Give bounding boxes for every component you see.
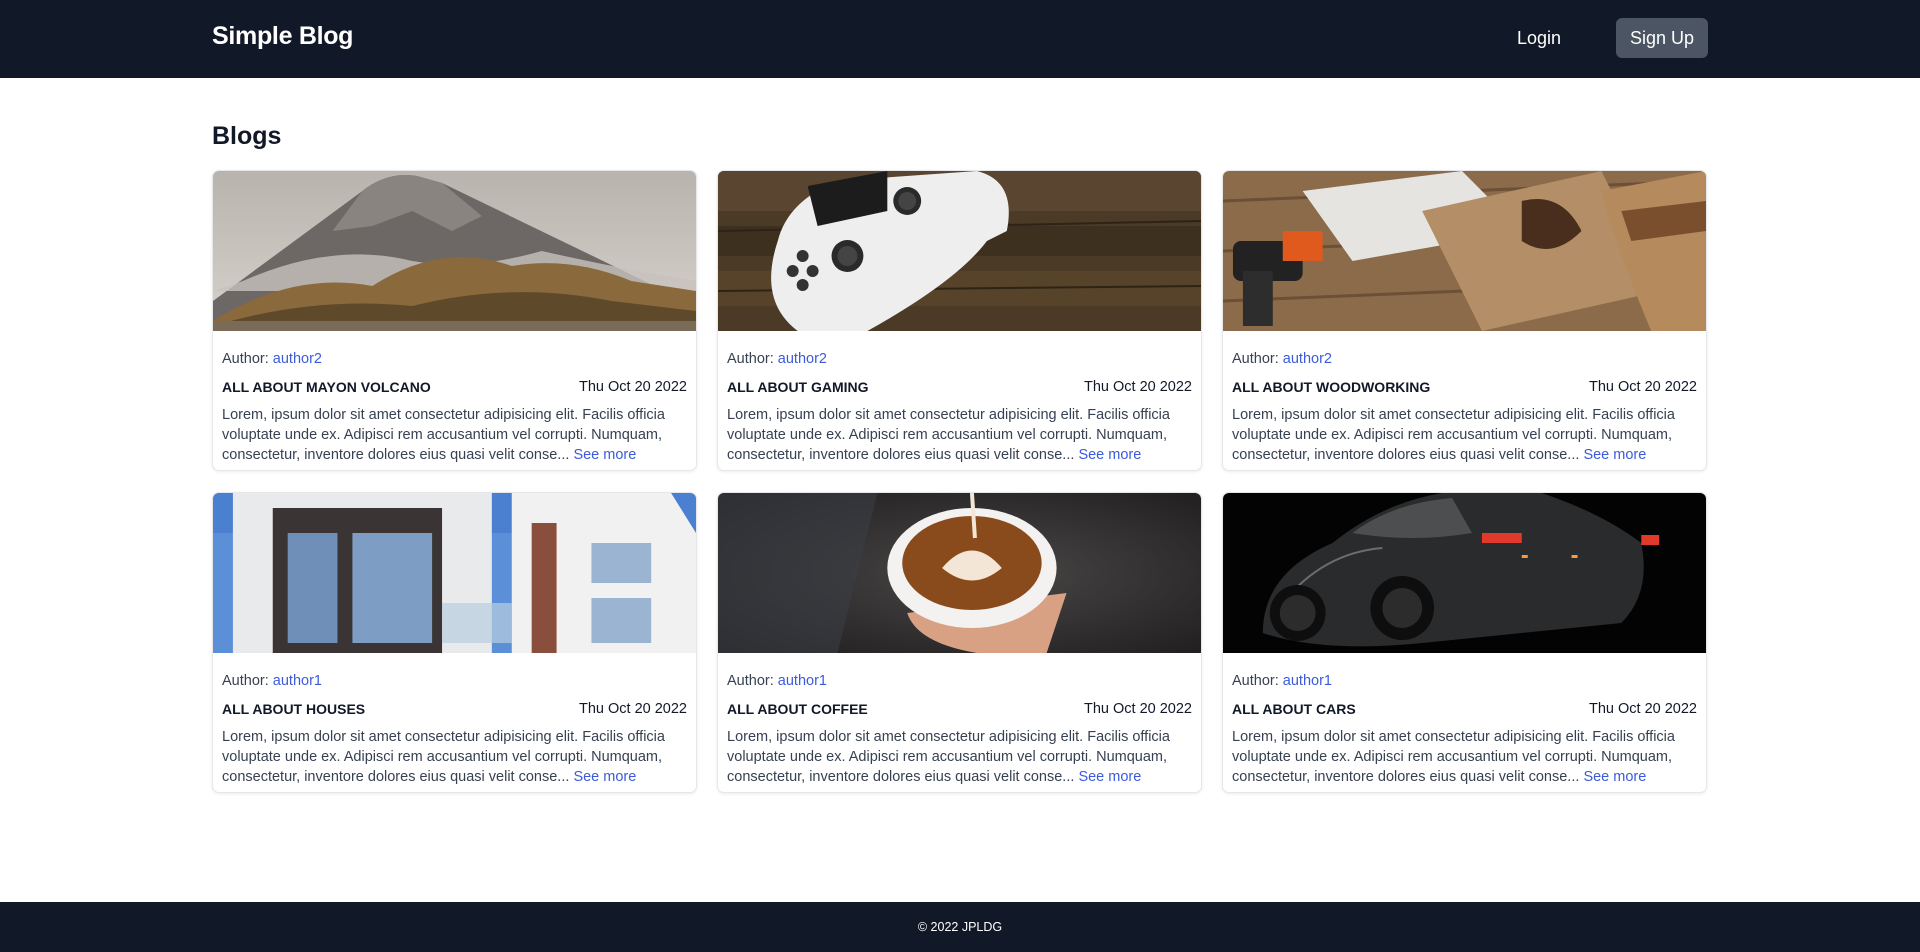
title-row: ALL ABOUT WOODWORKING Thu Oct 20 2022 (1232, 378, 1697, 396)
signup-button[interactable]: Sign Up (1616, 18, 1708, 58)
blog-card-image[interactable] (1223, 493, 1706, 653)
blog-title[interactable]: ALL ABOUT MAYON VOLCANO (222, 378, 431, 396)
title-row: ALL ABOUT HOUSES Thu Oct 20 2022 (222, 700, 687, 718)
blog-date: Thu Oct 20 2022 (1083, 701, 1192, 717)
blog-card[interactable]: Author: author1 ALL ABOUT COFFEE Thu Oct… (717, 492, 1202, 793)
blog-date: Thu Oct 20 2022 (578, 379, 687, 395)
blog-card[interactable]: Author: author2 ALL ABOUT WOODWORKING Th… (1222, 170, 1707, 471)
blog-excerpt: Lorem, ipsum dolor sit amet consectetur … (222, 405, 687, 465)
blog-excerpt: Lorem, ipsum dolor sit amet consectetur … (727, 727, 1192, 787)
blog-date: Thu Oct 20 2022 (1083, 379, 1192, 395)
author-line: Author: author2 (222, 350, 687, 368)
author-link[interactable]: author1 (778, 673, 827, 689)
title-row: ALL ABOUT COFFEE Thu Oct 20 2022 (727, 700, 1192, 718)
blog-excerpt: Lorem, ipsum dolor sit amet consectetur … (1232, 727, 1697, 787)
blog-card-body: Author: author1 ALL ABOUT CARS Thu Oct 2… (1223, 672, 1706, 787)
blog-title[interactable]: ALL ABOUT WOODWORKING (1232, 378, 1430, 396)
author-prefix: Author: (1232, 673, 1279, 689)
blog-card[interactable]: Author: author1 ALL ABOUT CARS Thu Oct 2… (1222, 492, 1707, 793)
blog-card[interactable]: Author: author2 ALL ABOUT GAMING Thu Oct… (717, 170, 1202, 471)
author-line: Author: author1 (1232, 672, 1697, 690)
author-line: Author: author1 (727, 672, 1192, 690)
blog-title[interactable]: ALL ABOUT GAMING (727, 378, 869, 396)
author-link[interactable]: author2 (778, 351, 827, 367)
blog-title[interactable]: ALL ABOUT CARS (1232, 700, 1356, 718)
blog-card-image[interactable] (213, 493, 696, 653)
blog-date: Thu Oct 20 2022 (1588, 379, 1697, 395)
blog-grid: Author: author2 ALL ABOUT MAYON VOLCANO … (212, 170, 1708, 793)
blog-title[interactable]: ALL ABOUT COFFEE (727, 700, 868, 718)
author-link[interactable]: author1 (1283, 673, 1332, 689)
blog-card-image[interactable] (1223, 171, 1706, 331)
author-prefix: Author: (727, 351, 774, 367)
author-line: Author: author1 (222, 672, 687, 690)
blog-card-image[interactable] (213, 171, 696, 331)
see-more-link[interactable]: See more (573, 447, 636, 463)
blog-card-image[interactable] (718, 171, 1201, 331)
title-row: ALL ABOUT CARS Thu Oct 20 2022 (1232, 700, 1697, 718)
blog-date: Thu Oct 20 2022 (578, 701, 687, 717)
see-more-link[interactable]: See more (1583, 447, 1646, 463)
blog-card-body: Author: author1 ALL ABOUT HOUSES Thu Oct… (213, 672, 696, 787)
author-prefix: Author: (727, 673, 774, 689)
author-line: Author: author2 (727, 350, 1192, 368)
blog-card[interactable]: Author: author1 ALL ABOUT HOUSES Thu Oct… (212, 492, 697, 793)
blog-card[interactable]: Author: author2 ALL ABOUT MAYON VOLCANO … (212, 170, 697, 471)
page-title: Blogs (212, 122, 282, 150)
see-more-link[interactable]: See more (1078, 769, 1141, 785)
brand-logo[interactable]: Simple Blog (212, 22, 353, 51)
blog-excerpt: Lorem, ipsum dolor sit amet consectetur … (727, 405, 1192, 465)
blog-title[interactable]: ALL ABOUT HOUSES (222, 700, 365, 718)
author-link[interactable]: author2 (1283, 351, 1332, 367)
see-more-link[interactable]: See more (573, 769, 636, 785)
blog-card-image[interactable] (718, 493, 1201, 653)
blog-excerpt: Lorem, ipsum dolor sit amet consectetur … (222, 727, 687, 787)
login-button[interactable]: Login (1506, 19, 1572, 57)
title-row: ALL ABOUT GAMING Thu Oct 20 2022 (727, 378, 1192, 396)
title-row: ALL ABOUT MAYON VOLCANO Thu Oct 20 2022 (222, 378, 687, 396)
blog-card-body: Author: author2 ALL ABOUT GAMING Thu Oct… (718, 350, 1201, 465)
see-more-link[interactable]: See more (1583, 769, 1646, 785)
author-prefix: Author: (222, 673, 269, 689)
author-prefix: Author: (1232, 351, 1279, 367)
author-link[interactable]: author2 (273, 351, 322, 367)
navbar: Simple Blog Login Sign Up (0, 0, 1920, 78)
blog-excerpt: Lorem, ipsum dolor sit amet consectetur … (1232, 405, 1697, 465)
blog-card-body: Author: author2 ALL ABOUT WOODWORKING Th… (1223, 350, 1706, 465)
blog-card-body: Author: author2 ALL ABOUT MAYON VOLCANO … (213, 350, 696, 465)
author-prefix: Author: (222, 351, 269, 367)
blog-date: Thu Oct 20 2022 (1588, 701, 1697, 717)
author-line: Author: author2 (1232, 350, 1697, 368)
author-link[interactable]: author1 (273, 673, 322, 689)
blog-card-body: Author: author1 ALL ABOUT COFFEE Thu Oct… (718, 672, 1201, 787)
copyright-text: © 2022 JPLDG (917, 920, 1003, 934)
see-more-link[interactable]: See more (1078, 447, 1141, 463)
footer: © 2022 JPLDG (0, 902, 1920, 952)
